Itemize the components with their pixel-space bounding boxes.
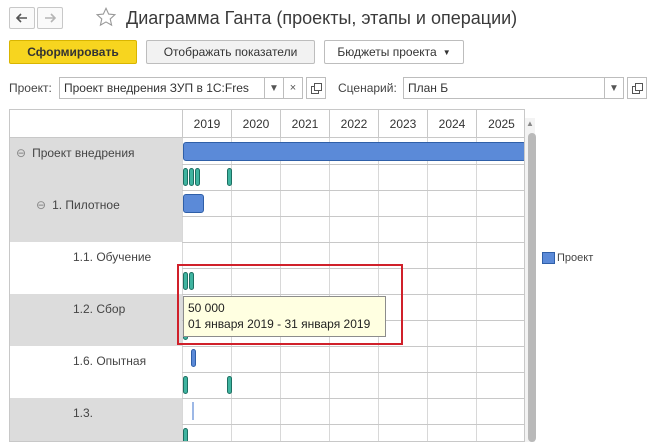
row-label-bg [10, 398, 182, 441]
row-label: 1. Пилотное [52, 198, 120, 212]
gantt-bar-operation[interactable] [183, 428, 188, 441]
close-icon: × [289, 82, 297, 94]
grid-line [182, 164, 524, 165]
project-budgets-button[interactable]: Бюджеты проекта ▼ [324, 40, 464, 64]
grid-line [182, 424, 524, 425]
gantt-bar-project[interactable] [183, 142, 524, 161]
year-header-2025: 2025 [476, 110, 524, 137]
year-header-2021: 2021 [280, 110, 329, 137]
scroll-up-icon[interactable]: ▲ [526, 119, 534, 128]
grid-line [182, 190, 524, 191]
tooltip-period: 01 января 2019 - 31 января 2019 [188, 317, 371, 331]
tooltip-value: 50 000 [188, 301, 225, 315]
grid-line [182, 346, 524, 347]
year-header-2022: 2022 [329, 110, 378, 137]
row-label: Проект внедрения [32, 146, 135, 160]
scenario-open-button[interactable] [627, 77, 647, 99]
gantt-row-1-1[interactable]: 1.1. Обучение [73, 250, 151, 264]
dropdown-arrow-icon: ▼ [442, 47, 451, 57]
forward-button[interactable] [37, 7, 63, 29]
page-title: Диаграмма Ганта (проекты, этапы и операц… [126, 8, 518, 28]
gantt-bar-stage[interactable] [191, 349, 196, 367]
gantt-bar-operation[interactable] [227, 376, 232, 394]
gantt-row-1-2[interactable]: 1.2. Сбор [73, 302, 125, 316]
gantt-row-stage-1[interactable]: ⊖ 1. Пилотное [36, 198, 120, 212]
project-open-button[interactable] [306, 77, 326, 99]
generate-button[interactable]: Сформировать [9, 40, 137, 64]
back-button[interactable] [9, 7, 35, 29]
year-header-2019: 2019 [182, 110, 231, 137]
project-dropdown-button[interactable]: ▼ [264, 77, 284, 99]
gantt-bar-operation[interactable] [189, 168, 194, 186]
year-header-2020: 2020 [231, 110, 280, 137]
project-clear-button[interactable]: × [283, 77, 303, 99]
dropdown-arrow-icon: ▼ [269, 82, 279, 94]
dropdown-arrow-icon: ▼ [609, 82, 619, 94]
year-header-2024: 2024 [427, 110, 476, 137]
gantt-row-1-3[interactable]: 1.3. [73, 406, 93, 420]
bar-tooltip: 50 000 01 января 2019 - 31 января 2019 [183, 296, 386, 337]
scenario-field[interactable]: План Б [403, 77, 605, 99]
favorite-star-icon[interactable] [95, 6, 117, 31]
gantt-bar-operation[interactable] [195, 168, 200, 186]
scenario-dropdown-button[interactable]: ▼ [604, 77, 624, 99]
grid-line [182, 242, 524, 243]
gantt-bar-operation[interactable] [227, 168, 232, 186]
project-budgets-label: Бюджеты проекта [337, 45, 437, 59]
gantt-row-1-6[interactable]: 1.6. Опытная [73, 354, 146, 368]
open-window-icon [310, 82, 322, 94]
grid-line [427, 138, 428, 441]
gantt-row-project[interactable]: ⊖ Проект внедрения [16, 146, 135, 160]
gantt-header: 2019 2020 2021 2022 2023 2024 2025 [10, 110, 524, 138]
scrollbar-thumb[interactable] [528, 133, 536, 442]
right-arrow-icon [45, 13, 56, 23]
scenario-label: Сценарий: [338, 81, 397, 95]
project-field[interactable]: Проект внедрения ЗУП в 1С:Fres [59, 77, 265, 99]
grid-line [182, 398, 524, 399]
collapse-icon[interactable]: ⊖ [36, 198, 46, 212]
legend-swatch [542, 252, 555, 264]
gantt-bar-stage[interactable] [183, 194, 204, 213]
legend-label: Проект [557, 252, 594, 264]
grid-line [476, 138, 477, 441]
left-arrow-icon [16, 13, 27, 23]
year-header-2023: 2023 [378, 110, 427, 137]
grid-line [182, 372, 524, 373]
gantt-bar-operation[interactable] [183, 168, 188, 186]
legend-item-project: Проект [542, 252, 593, 264]
open-window-icon [631, 82, 643, 94]
project-label: Проект: [9, 81, 52, 95]
gantt-bar-operation[interactable] [183, 376, 188, 394]
gantt-bar-stage[interactable] [192, 402, 194, 420]
collapse-icon[interactable]: ⊖ [16, 146, 26, 160]
grid-line [182, 216, 524, 217]
show-indicators-button[interactable]: Отображать показатели [146, 40, 315, 64]
